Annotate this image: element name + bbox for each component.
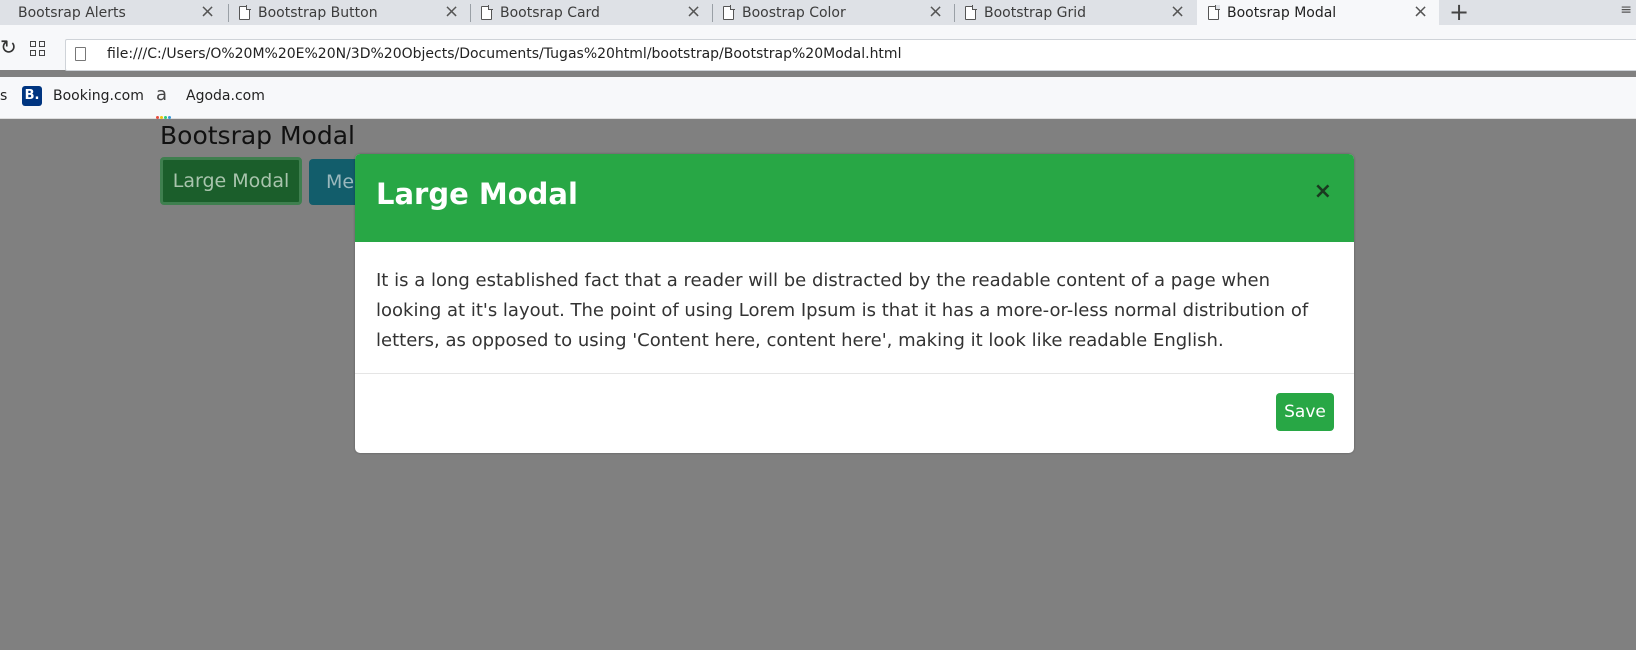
close-icon[interactable]: × — [1314, 181, 1332, 203]
close-tab-icon[interactable]: × — [928, 1, 943, 23]
reload-icon[interactable]: ↻ — [0, 35, 17, 59]
tab-bootstrap-alerts[interactable]: Bootsrap Alerts × — [0, 0, 228, 25]
document-icon — [723, 5, 735, 20]
close-tab-icon[interactable]: × — [444, 1, 459, 23]
document-icon — [1208, 5, 1220, 20]
tab-bootstrap-button[interactable]: Bootstrap Button × — [228, 0, 470, 25]
document-icon — [481, 5, 493, 20]
bookmark-agoda[interactable]: Agoda.com — [186, 88, 265, 104]
browser-toolbar: ↻ file:///C:/Users/O%20M%20E%20N/3D%20Ob… — [0, 25, 1636, 71]
modal-header: Large Modal × — [355, 154, 1354, 242]
close-tab-icon[interactable]: × — [686, 1, 701, 23]
bookmarks-bar: s B. Booking.com a Agoda.com — [0, 77, 1636, 119]
tab-strip: Bootsrap Alerts × Bootstrap Button × Boo… — [0, 0, 1636, 25]
modal-title: Large Modal — [376, 177, 578, 211]
bookmark-booking[interactable]: Booking.com — [53, 88, 144, 104]
booking-logo-icon: B. — [22, 86, 42, 106]
large-modal-button[interactable]: Large Modal — [160, 157, 302, 205]
page-info-icon[interactable] — [75, 47, 86, 61]
tab-title: Bootsrap Card — [500, 4, 600, 21]
tab-title: Bootstrap Grid — [984, 4, 1087, 21]
url-text[interactable]: file:///C:/Users/O%20M%20E%20N/3D%20Obje… — [107, 46, 901, 62]
address-bar[interactable]: file:///C:/Users/O%20M%20E%20N/3D%20Obje… — [65, 39, 1636, 71]
agoda-logo-icon: a — [156, 84, 168, 105]
tab-bootstrap-grid[interactable]: Bootstrap Grid × — [954, 0, 1196, 25]
save-button[interactable]: Save — [1276, 393, 1334, 431]
tab-bootstrap-card[interactable]: Bootsrap Card × — [470, 0, 712, 25]
modal-body-text: It is a long established fact that a rea… — [376, 270, 1309, 351]
page-title: Bootsrap Modal — [160, 121, 355, 150]
new-tab-icon[interactable]: + — [1449, 0, 1469, 24]
close-tab-icon[interactable]: × — [1413, 1, 1428, 23]
tab-bootstrap-modal[interactable]: Bootsrap Modal × — [1197, 0, 1439, 25]
tab-bootstrap-color[interactable]: Boostrap Color × — [712, 0, 954, 25]
large-modal-dialog: Large Modal × It is a long established f… — [355, 154, 1354, 453]
tab-title: Boostrap Color — [742, 4, 846, 21]
document-icon — [239, 5, 251, 20]
modal-footer-divider — [355, 373, 1354, 374]
tab-title: Bootsrap Alerts — [18, 4, 126, 21]
tab-title: Bootstrap Button — [258, 4, 378, 21]
bookmark-partial[interactable]: s — [0, 88, 7, 104]
close-tab-icon[interactable]: × — [200, 1, 215, 23]
close-tab-icon[interactable]: × — [1170, 1, 1185, 23]
document-icon — [965, 5, 977, 20]
tab-title: Bootsrap Modal — [1227, 4, 1337, 21]
tab-menu-icon[interactable]: ≡ — [1620, 2, 1632, 18]
